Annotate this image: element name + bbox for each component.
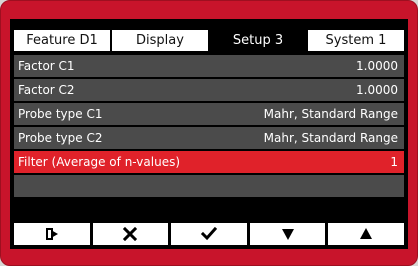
setting-row-empty xyxy=(14,175,404,197)
tab-system-1[interactable]: System 1 xyxy=(308,30,404,51)
setting-row-filter[interactable]: Filter (Average of n-values) 1 xyxy=(14,151,404,173)
exit-button[interactable] xyxy=(14,223,90,245)
setting-row-probe-type-c2[interactable]: Probe type C2 Mahr, Standard Range xyxy=(14,127,404,149)
settings-list: Factor C1 1.0000 Factor C2 1.0000 Probe … xyxy=(14,55,404,199)
device-frame: Feature D1 Display Setup 3 System 1 Fact… xyxy=(0,0,418,266)
setting-value: 1 xyxy=(390,155,398,169)
setting-value: Mahr, Standard Range xyxy=(263,107,398,121)
tab-feature-d1[interactable]: Feature D1 xyxy=(14,30,110,51)
exit-icon xyxy=(45,228,58,240)
tab-display[interactable]: Display xyxy=(112,30,208,51)
setting-label: Factor C2 xyxy=(18,83,75,97)
setting-row-probe-type-c1[interactable]: Probe type C1 Mahr, Standard Range xyxy=(14,103,404,125)
setting-label: Factor C1 xyxy=(18,59,75,73)
checkmark-icon xyxy=(200,227,217,241)
setting-label: Probe type C1 xyxy=(18,107,103,121)
setting-value: 1.0000 xyxy=(356,83,398,97)
setting-row-factor-c1[interactable]: Factor C1 1.0000 xyxy=(14,55,404,77)
arrow-up-icon xyxy=(360,228,373,239)
cancel-button[interactable] xyxy=(92,223,169,245)
setting-label: Filter (Average of n-values) xyxy=(18,155,181,169)
arrow-down-icon xyxy=(281,229,294,240)
scroll-down-button[interactable] xyxy=(249,223,326,245)
tab-setup-3[interactable]: Setup 3 xyxy=(210,30,306,51)
setting-row-factor-c2[interactable]: Factor C2 1.0000 xyxy=(14,79,404,101)
setting-label: Probe type C2 xyxy=(18,131,103,145)
softkey-bar xyxy=(14,223,404,245)
scroll-up-button[interactable] xyxy=(328,223,404,245)
display-screen: Feature D1 Display Setup 3 System 1 Fact… xyxy=(10,19,408,249)
confirm-button[interactable] xyxy=(171,223,247,245)
setting-value: Mahr, Standard Range xyxy=(263,131,398,145)
close-icon xyxy=(123,227,138,241)
setting-value: 1.0000 xyxy=(356,59,398,73)
tab-bar: Feature D1 Display Setup 3 System 1 xyxy=(14,30,404,51)
